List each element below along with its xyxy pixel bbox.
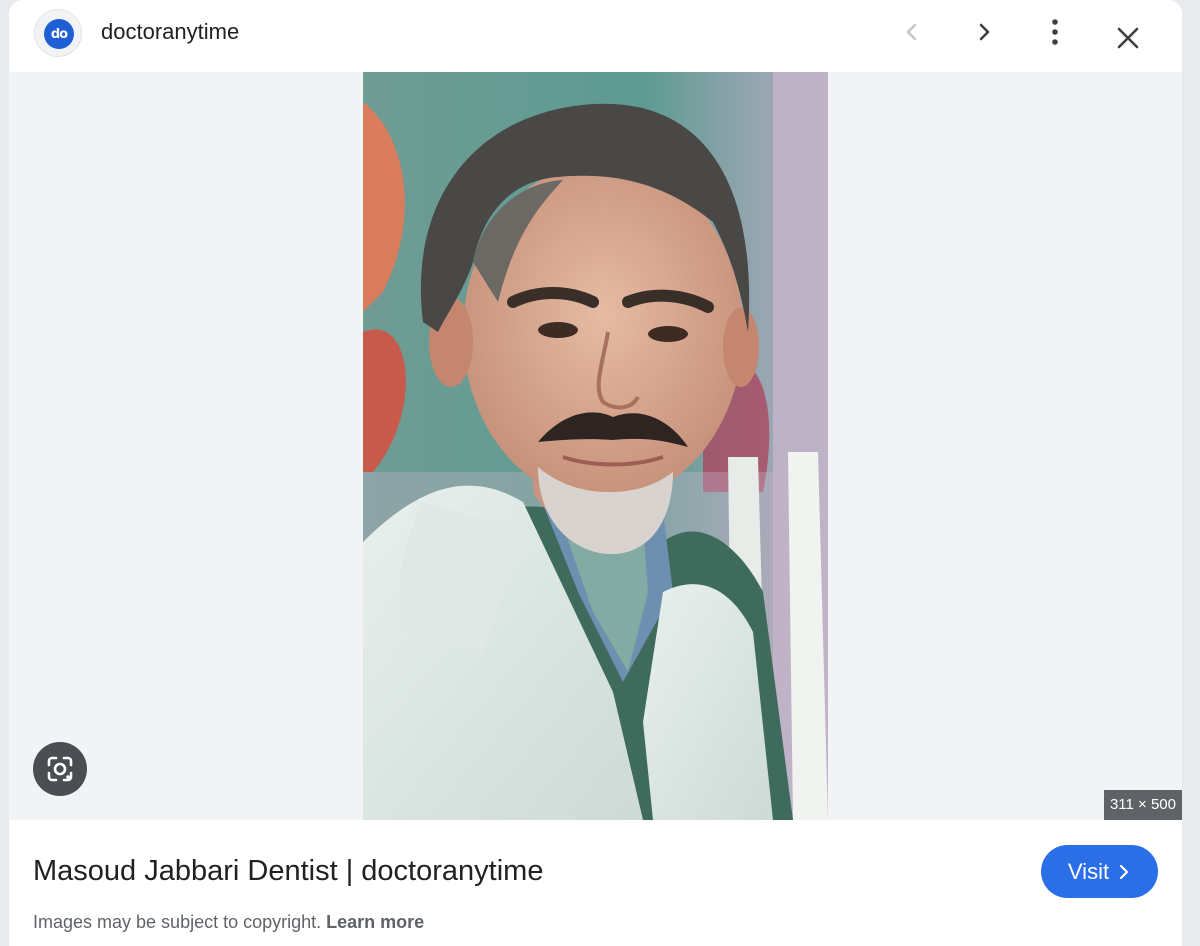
search-image-button[interactable]: [33, 742, 87, 796]
doctoranytime-logo-icon: do: [44, 19, 74, 49]
page-title[interactable]: Masoud Jabbari Dentist | doctoranytime: [33, 853, 543, 889]
image-viewer: 311 × 500: [9, 72, 1182, 820]
copyright-notice: Images may be subject to copyright. Lear…: [33, 910, 424, 934]
visit-label: Visit: [1067, 858, 1110, 884]
close-button[interactable]: [1106, 16, 1150, 60]
source-favicon[interactable]: do: [34, 9, 82, 57]
close-icon: [1117, 27, 1139, 49]
preview-footer: Masoud Jabbari Dentist | doctoranytime V…: [9, 820, 1182, 946]
chevron-right-icon: [979, 23, 990, 41]
previous-image-button[interactable]: [890, 10, 934, 54]
more-options-button[interactable]: [1033, 10, 1077, 54]
image-dimensions-badge: 311 × 500: [1103, 790, 1182, 820]
google-lens-icon: [47, 756, 73, 782]
more-vert-icon: [1052, 19, 1058, 45]
copyright-text: Images may be subject to copyright.: [33, 912, 322, 932]
next-image-button[interactable]: [962, 10, 1006, 54]
image-preview-panel: do doctoranytime 311 × 500 Masoud Jabbar…: [9, 0, 1182, 946]
learn-more-link[interactable]: Learn more: [326, 912, 424, 932]
portrait-illustration: [363, 72, 828, 820]
chevron-right-icon: [1119, 864, 1129, 879]
chevron-left-icon: [906, 23, 917, 41]
source-name[interactable]: doctoranytime: [101, 18, 239, 46]
visit-button[interactable]: Visit: [1041, 845, 1158, 898]
preview-header: do doctoranytime: [9, 0, 1182, 72]
dentist-portrait-image[interactable]: [363, 72, 828, 820]
